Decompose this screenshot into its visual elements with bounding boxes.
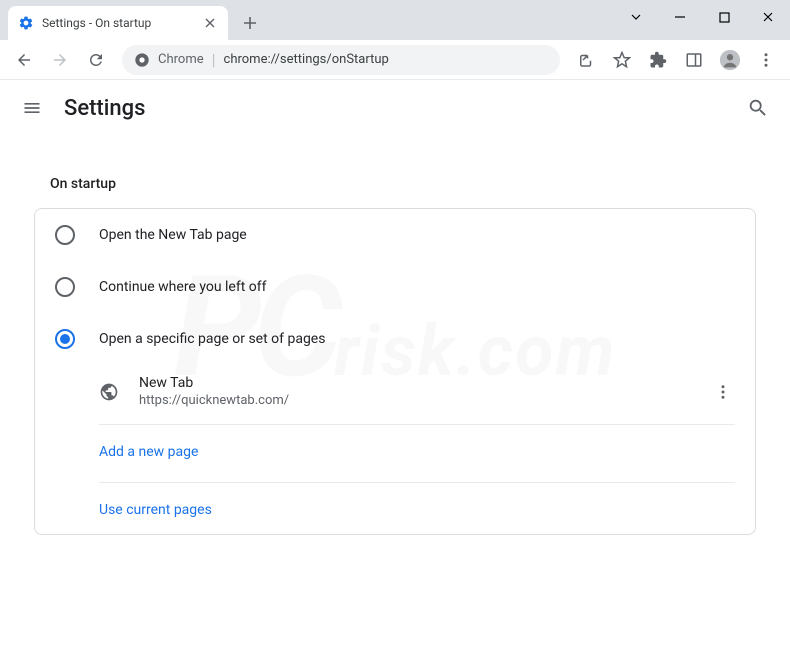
browser-toolbar: Chrome | chrome://settings/onStartup xyxy=(0,40,790,80)
option-continue[interactable]: Continue where you left off xyxy=(35,261,755,313)
option-label: Open the New Tab page xyxy=(99,227,247,243)
close-button[interactable] xyxy=(746,0,790,34)
menu-icon[interactable] xyxy=(750,44,782,76)
chevron-down-icon[interactable] xyxy=(614,0,658,34)
option-label: Open a specific page or set of pages xyxy=(99,331,325,347)
globe-icon xyxy=(99,382,119,402)
use-current-link: Use current pages xyxy=(99,502,212,518)
startup-page-item: New Tab https://quicknewtab.com/ xyxy=(35,365,755,418)
window-titlebar: Settings - On startup xyxy=(0,0,790,40)
gear-icon xyxy=(18,15,34,31)
page-url: https://quicknewtab.com/ xyxy=(139,393,691,408)
profile-icon[interactable] xyxy=(714,44,746,76)
hamburger-icon[interactable] xyxy=(20,96,44,120)
radio-icon xyxy=(55,277,75,297)
forward-button xyxy=(44,44,76,76)
omnibox-separator: | xyxy=(212,50,216,69)
more-icon[interactable] xyxy=(711,380,735,404)
option-specific[interactable]: Open a specific page or set of pages xyxy=(35,313,755,365)
omnibox-url: chrome://settings/onStartup xyxy=(224,52,389,67)
option-new-tab[interactable]: Open the New Tab page xyxy=(35,209,755,261)
star-icon[interactable] xyxy=(606,44,638,76)
browser-tab[interactable]: Settings - On startup xyxy=(8,6,228,40)
settings-header: Settings xyxy=(0,80,790,136)
page-name: New Tab xyxy=(139,375,691,391)
reload-button[interactable] xyxy=(80,44,112,76)
radio-icon xyxy=(55,225,75,245)
sidepanel-icon[interactable] xyxy=(678,44,710,76)
minimize-button[interactable] xyxy=(658,0,702,34)
omnibox-label: Chrome xyxy=(158,52,204,67)
back-button[interactable] xyxy=(8,44,40,76)
chrome-logo-icon xyxy=(134,52,150,68)
maximize-button[interactable] xyxy=(702,0,746,34)
startup-card: Open the New Tab page Continue where you… xyxy=(34,208,756,535)
use-current-row[interactable]: Use current pages xyxy=(35,483,755,534)
tab-title: Settings - On startup xyxy=(42,16,194,30)
add-page-link: Add a new page xyxy=(99,444,198,460)
extensions-icon[interactable] xyxy=(642,44,674,76)
page-info: New Tab https://quicknewtab.com/ xyxy=(139,375,691,408)
address-bar[interactable]: Chrome | chrome://settings/onStartup xyxy=(122,45,560,75)
content-area: On startup Open the New Tab page Continu… xyxy=(0,136,790,555)
option-label: Continue where you left off xyxy=(99,279,267,295)
page-title: Settings xyxy=(64,96,145,121)
share-icon[interactable] xyxy=(570,44,602,76)
close-icon[interactable] xyxy=(202,15,218,31)
add-page-row[interactable]: Add a new page xyxy=(35,425,755,476)
search-icon[interactable] xyxy=(746,96,770,120)
section-title: On startup xyxy=(50,176,766,192)
new-tab-button[interactable] xyxy=(236,9,264,37)
window-controls xyxy=(614,0,790,34)
radio-icon xyxy=(55,329,75,349)
